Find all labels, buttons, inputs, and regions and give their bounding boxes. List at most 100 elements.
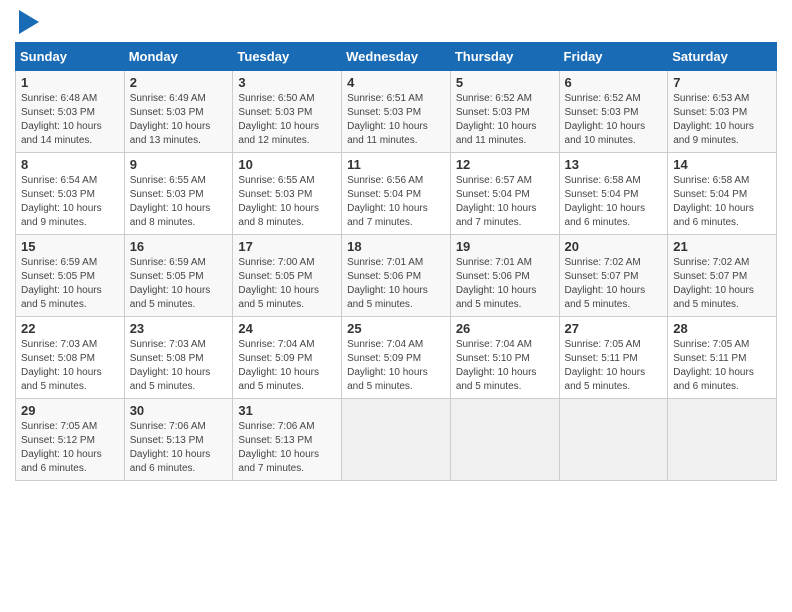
day-number: 9 <box>130 157 228 172</box>
calendar-day-cell: 12 Sunrise: 6:57 AM Sunset: 5:04 PM Dayl… <box>450 153 559 235</box>
day-detail: Sunrise: 6:55 AM Sunset: 5:03 PM Dayligh… <box>238 174 336 230</box>
logo <box>15 10 39 34</box>
calendar-day-cell <box>450 399 559 481</box>
day-detail: Sunrise: 6:48 AM Sunset: 5:03 PM Dayligh… <box>21 92 119 148</box>
day-number: 29 <box>21 403 119 418</box>
day-of-week-header: Monday <box>124 43 233 71</box>
day-of-week-header: Friday <box>559 43 668 71</box>
day-number: 28 <box>673 321 771 336</box>
day-number: 18 <box>347 239 445 254</box>
day-number: 6 <box>565 75 663 90</box>
day-detail: Sunrise: 7:03 AM Sunset: 5:08 PM Dayligh… <box>130 338 228 394</box>
day-number: 30 <box>130 403 228 418</box>
day-number: 3 <box>238 75 336 90</box>
logo-arrow-icon <box>19 10 39 34</box>
day-detail: Sunrise: 6:50 AM Sunset: 5:03 PM Dayligh… <box>238 92 336 148</box>
calendar-day-cell: 25 Sunrise: 7:04 AM Sunset: 5:09 PM Dayl… <box>342 317 451 399</box>
day-detail: Sunrise: 6:53 AM Sunset: 5:03 PM Dayligh… <box>673 92 771 148</box>
day-number: 31 <box>238 403 336 418</box>
calendar-day-cell <box>668 399 777 481</box>
day-detail: Sunrise: 7:03 AM Sunset: 5:08 PM Dayligh… <box>21 338 119 394</box>
day-detail: Sunrise: 6:52 AM Sunset: 5:03 PM Dayligh… <box>456 92 554 148</box>
day-number: 25 <box>347 321 445 336</box>
day-number: 4 <box>347 75 445 90</box>
day-number: 26 <box>456 321 554 336</box>
day-detail: Sunrise: 7:02 AM Sunset: 5:07 PM Dayligh… <box>565 256 663 312</box>
calendar-day-cell: 17 Sunrise: 7:00 AM Sunset: 5:05 PM Dayl… <box>233 235 342 317</box>
day-of-week-header: Tuesday <box>233 43 342 71</box>
day-number: 2 <box>130 75 228 90</box>
day-detail: Sunrise: 7:06 AM Sunset: 5:13 PM Dayligh… <box>238 420 336 476</box>
day-detail: Sunrise: 7:04 AM Sunset: 5:09 PM Dayligh… <box>347 338 445 394</box>
calendar-day-cell <box>559 399 668 481</box>
calendar-day-cell: 29 Sunrise: 7:05 AM Sunset: 5:12 PM Dayl… <box>16 399 125 481</box>
calendar-day-cell: 6 Sunrise: 6:52 AM Sunset: 5:03 PM Dayli… <box>559 71 668 153</box>
calendar-day-cell: 11 Sunrise: 6:56 AM Sunset: 5:04 PM Dayl… <box>342 153 451 235</box>
day-number: 1 <box>21 75 119 90</box>
calendar-day-cell: 24 Sunrise: 7:04 AM Sunset: 5:09 PM Dayl… <box>233 317 342 399</box>
day-of-week-header: Saturday <box>668 43 777 71</box>
calendar-day-cell: 28 Sunrise: 7:05 AM Sunset: 5:11 PM Dayl… <box>668 317 777 399</box>
calendar-table: SundayMondayTuesdayWednesdayThursdayFrid… <box>15 42 777 481</box>
day-detail: Sunrise: 7:06 AM Sunset: 5:13 PM Dayligh… <box>130 420 228 476</box>
calendar-day-cell: 22 Sunrise: 7:03 AM Sunset: 5:08 PM Dayl… <box>16 317 125 399</box>
header <box>15 10 777 34</box>
day-of-week-header: Wednesday <box>342 43 451 71</box>
day-number: 27 <box>565 321 663 336</box>
day-detail: Sunrise: 6:49 AM Sunset: 5:03 PM Dayligh… <box>130 92 228 148</box>
calendar-week-row: 15 Sunrise: 6:59 AM Sunset: 5:05 PM Dayl… <box>16 235 777 317</box>
day-number: 20 <box>565 239 663 254</box>
day-of-week-header: Sunday <box>16 43 125 71</box>
day-detail: Sunrise: 7:05 AM Sunset: 5:11 PM Dayligh… <box>673 338 771 394</box>
day-number: 12 <box>456 157 554 172</box>
calendar-day-cell: 16 Sunrise: 6:59 AM Sunset: 5:05 PM Dayl… <box>124 235 233 317</box>
calendar-day-cell: 19 Sunrise: 7:01 AM Sunset: 5:06 PM Dayl… <box>450 235 559 317</box>
calendar-day-cell: 18 Sunrise: 7:01 AM Sunset: 5:06 PM Dayl… <box>342 235 451 317</box>
day-detail: Sunrise: 6:51 AM Sunset: 5:03 PM Dayligh… <box>347 92 445 148</box>
day-number: 16 <box>130 239 228 254</box>
day-number: 22 <box>21 321 119 336</box>
day-number: 21 <box>673 239 771 254</box>
day-detail: Sunrise: 6:57 AM Sunset: 5:04 PM Dayligh… <box>456 174 554 230</box>
day-detail: Sunrise: 6:54 AM Sunset: 5:03 PM Dayligh… <box>21 174 119 230</box>
calendar-day-cell: 13 Sunrise: 6:58 AM Sunset: 5:04 PM Dayl… <box>559 153 668 235</box>
day-detail: Sunrise: 7:04 AM Sunset: 5:09 PM Dayligh… <box>238 338 336 394</box>
calendar-header-row: SundayMondayTuesdayWednesdayThursdayFrid… <box>16 43 777 71</box>
calendar-day-cell: 2 Sunrise: 6:49 AM Sunset: 5:03 PM Dayli… <box>124 71 233 153</box>
day-detail: Sunrise: 6:52 AM Sunset: 5:03 PM Dayligh… <box>565 92 663 148</box>
calendar-day-cell: 7 Sunrise: 6:53 AM Sunset: 5:03 PM Dayli… <box>668 71 777 153</box>
day-of-week-header: Thursday <box>450 43 559 71</box>
day-number: 14 <box>673 157 771 172</box>
calendar-day-cell: 21 Sunrise: 7:02 AM Sunset: 5:07 PM Dayl… <box>668 235 777 317</box>
day-detail: Sunrise: 6:59 AM Sunset: 5:05 PM Dayligh… <box>21 256 119 312</box>
calendar-day-cell: 20 Sunrise: 7:02 AM Sunset: 5:07 PM Dayl… <box>559 235 668 317</box>
day-number: 11 <box>347 157 445 172</box>
calendar-week-row: 8 Sunrise: 6:54 AM Sunset: 5:03 PM Dayli… <box>16 153 777 235</box>
day-detail: Sunrise: 7:05 AM Sunset: 5:12 PM Dayligh… <box>21 420 119 476</box>
day-detail: Sunrise: 6:59 AM Sunset: 5:05 PM Dayligh… <box>130 256 228 312</box>
calendar-day-cell <box>342 399 451 481</box>
day-number: 15 <box>21 239 119 254</box>
calendar-day-cell: 5 Sunrise: 6:52 AM Sunset: 5:03 PM Dayli… <box>450 71 559 153</box>
day-number: 10 <box>238 157 336 172</box>
day-detail: Sunrise: 6:55 AM Sunset: 5:03 PM Dayligh… <box>130 174 228 230</box>
calendar-week-row: 1 Sunrise: 6:48 AM Sunset: 5:03 PM Dayli… <box>16 71 777 153</box>
calendar-day-cell: 27 Sunrise: 7:05 AM Sunset: 5:11 PM Dayl… <box>559 317 668 399</box>
day-detail: Sunrise: 7:00 AM Sunset: 5:05 PM Dayligh… <box>238 256 336 312</box>
day-detail: Sunrise: 7:01 AM Sunset: 5:06 PM Dayligh… <box>347 256 445 312</box>
calendar-day-cell: 1 Sunrise: 6:48 AM Sunset: 5:03 PM Dayli… <box>16 71 125 153</box>
day-number: 19 <box>456 239 554 254</box>
day-number: 5 <box>456 75 554 90</box>
day-number: 24 <box>238 321 336 336</box>
calendar-day-cell: 4 Sunrise: 6:51 AM Sunset: 5:03 PM Dayli… <box>342 71 451 153</box>
day-detail: Sunrise: 6:58 AM Sunset: 5:04 PM Dayligh… <box>565 174 663 230</box>
day-detail: Sunrise: 7:05 AM Sunset: 5:11 PM Dayligh… <box>565 338 663 394</box>
calendar-day-cell: 10 Sunrise: 6:55 AM Sunset: 5:03 PM Dayl… <box>233 153 342 235</box>
day-detail: Sunrise: 7:02 AM Sunset: 5:07 PM Dayligh… <box>673 256 771 312</box>
calendar-day-cell: 9 Sunrise: 6:55 AM Sunset: 5:03 PM Dayli… <box>124 153 233 235</box>
calendar-day-cell: 23 Sunrise: 7:03 AM Sunset: 5:08 PM Dayl… <box>124 317 233 399</box>
day-number: 13 <box>565 157 663 172</box>
day-detail: Sunrise: 6:56 AM Sunset: 5:04 PM Dayligh… <box>347 174 445 230</box>
calendar-day-cell: 26 Sunrise: 7:04 AM Sunset: 5:10 PM Dayl… <box>450 317 559 399</box>
calendar-day-cell: 31 Sunrise: 7:06 AM Sunset: 5:13 PM Dayl… <box>233 399 342 481</box>
